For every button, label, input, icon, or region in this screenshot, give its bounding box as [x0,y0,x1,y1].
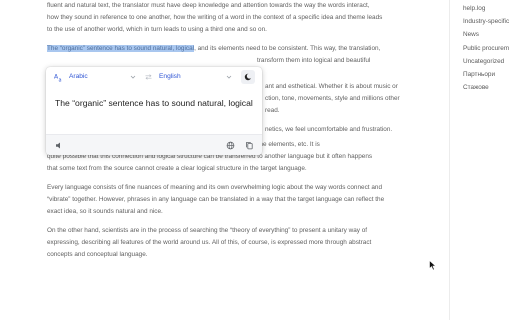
translation-output: The “organic” sentence has to sound natu… [55,98,253,108]
text-line: fluent and natural text, the translator … [47,2,370,9]
sidebar-item-partners[interactable]: Партньори [450,68,512,81]
globe-icon[interactable] [226,141,235,150]
sidebar-item-industry-specific[interactable]: Industry-specific [450,15,512,28]
paragraph-1: fluent and natural text, the translator … [47,0,427,36]
paragraph-7: On the other hand, scientists are in the… [47,225,427,261]
text-line: The “organic” sentence has to sound natu… [47,43,427,55]
language-bar: A a Arabic English [46,67,262,87]
text-fragment: , and its elements need to be consistent… [194,45,381,52]
sidebar-item-help-log[interactable]: help.log [450,2,512,15]
svg-text:a: a [59,78,62,83]
sidebar-item-uncategorized[interactable]: Uncategorized [450,55,512,68]
theme-toggle-button[interactable] [241,70,255,84]
selected-text[interactable]: The “organic” sentence has to sound natu… [47,45,195,52]
sidebar-item-news[interactable]: News [450,28,512,41]
sidebar-categories: help.log Industry-specific News Public p… [449,0,512,320]
chevron-down-icon[interactable] [226,74,232,80]
sidebar-item-public-procurement[interactable]: Public procurem [450,42,512,55]
translate-icon: A a [54,74,62,83]
text-line: that some text from the source cannot cr… [47,165,307,172]
text-line: Every language consists of fine nuances … [47,184,382,191]
translator-popup: A a Arabic English The “organic” sentenc… [46,67,262,155]
paragraph-6: Every language consists of fine nuances … [47,182,427,218]
chevron-down-icon[interactable] [130,74,136,80]
text-line: “vibrate” together. However, phrases in … [47,196,385,203]
paragraph-2: The “organic” sentence has to sound natu… [47,43,427,67]
theme-toggle-icon [244,73,252,81]
text-line: concepts and conceptual language. [47,251,148,258]
copy-icon[interactable] [245,141,254,150]
swap-icon[interactable] [145,74,152,80]
text-line: to the use of another world, which in tu… [47,26,267,33]
popup-footer [46,134,262,155]
text-line: how they sound in reference to one anoth… [47,14,383,21]
text-line: exact idea, so it sounds natural and nic… [47,208,163,215]
sidebar-item-internships[interactable]: Стажове [450,81,512,94]
category-list: help.log Industry-specific News Public p… [450,2,512,94]
target-language-select[interactable]: English [159,73,181,80]
mouse-pointer-icon [429,260,437,271]
text-line: transform them into logical and beautifu… [257,57,371,64]
source-language-select[interactable]: Arabic [69,73,88,80]
text-line: expressing, describing all features of t… [47,239,372,246]
speaker-icon[interactable] [55,141,64,150]
text-line: On the other hand, scientists are in the… [47,227,368,234]
